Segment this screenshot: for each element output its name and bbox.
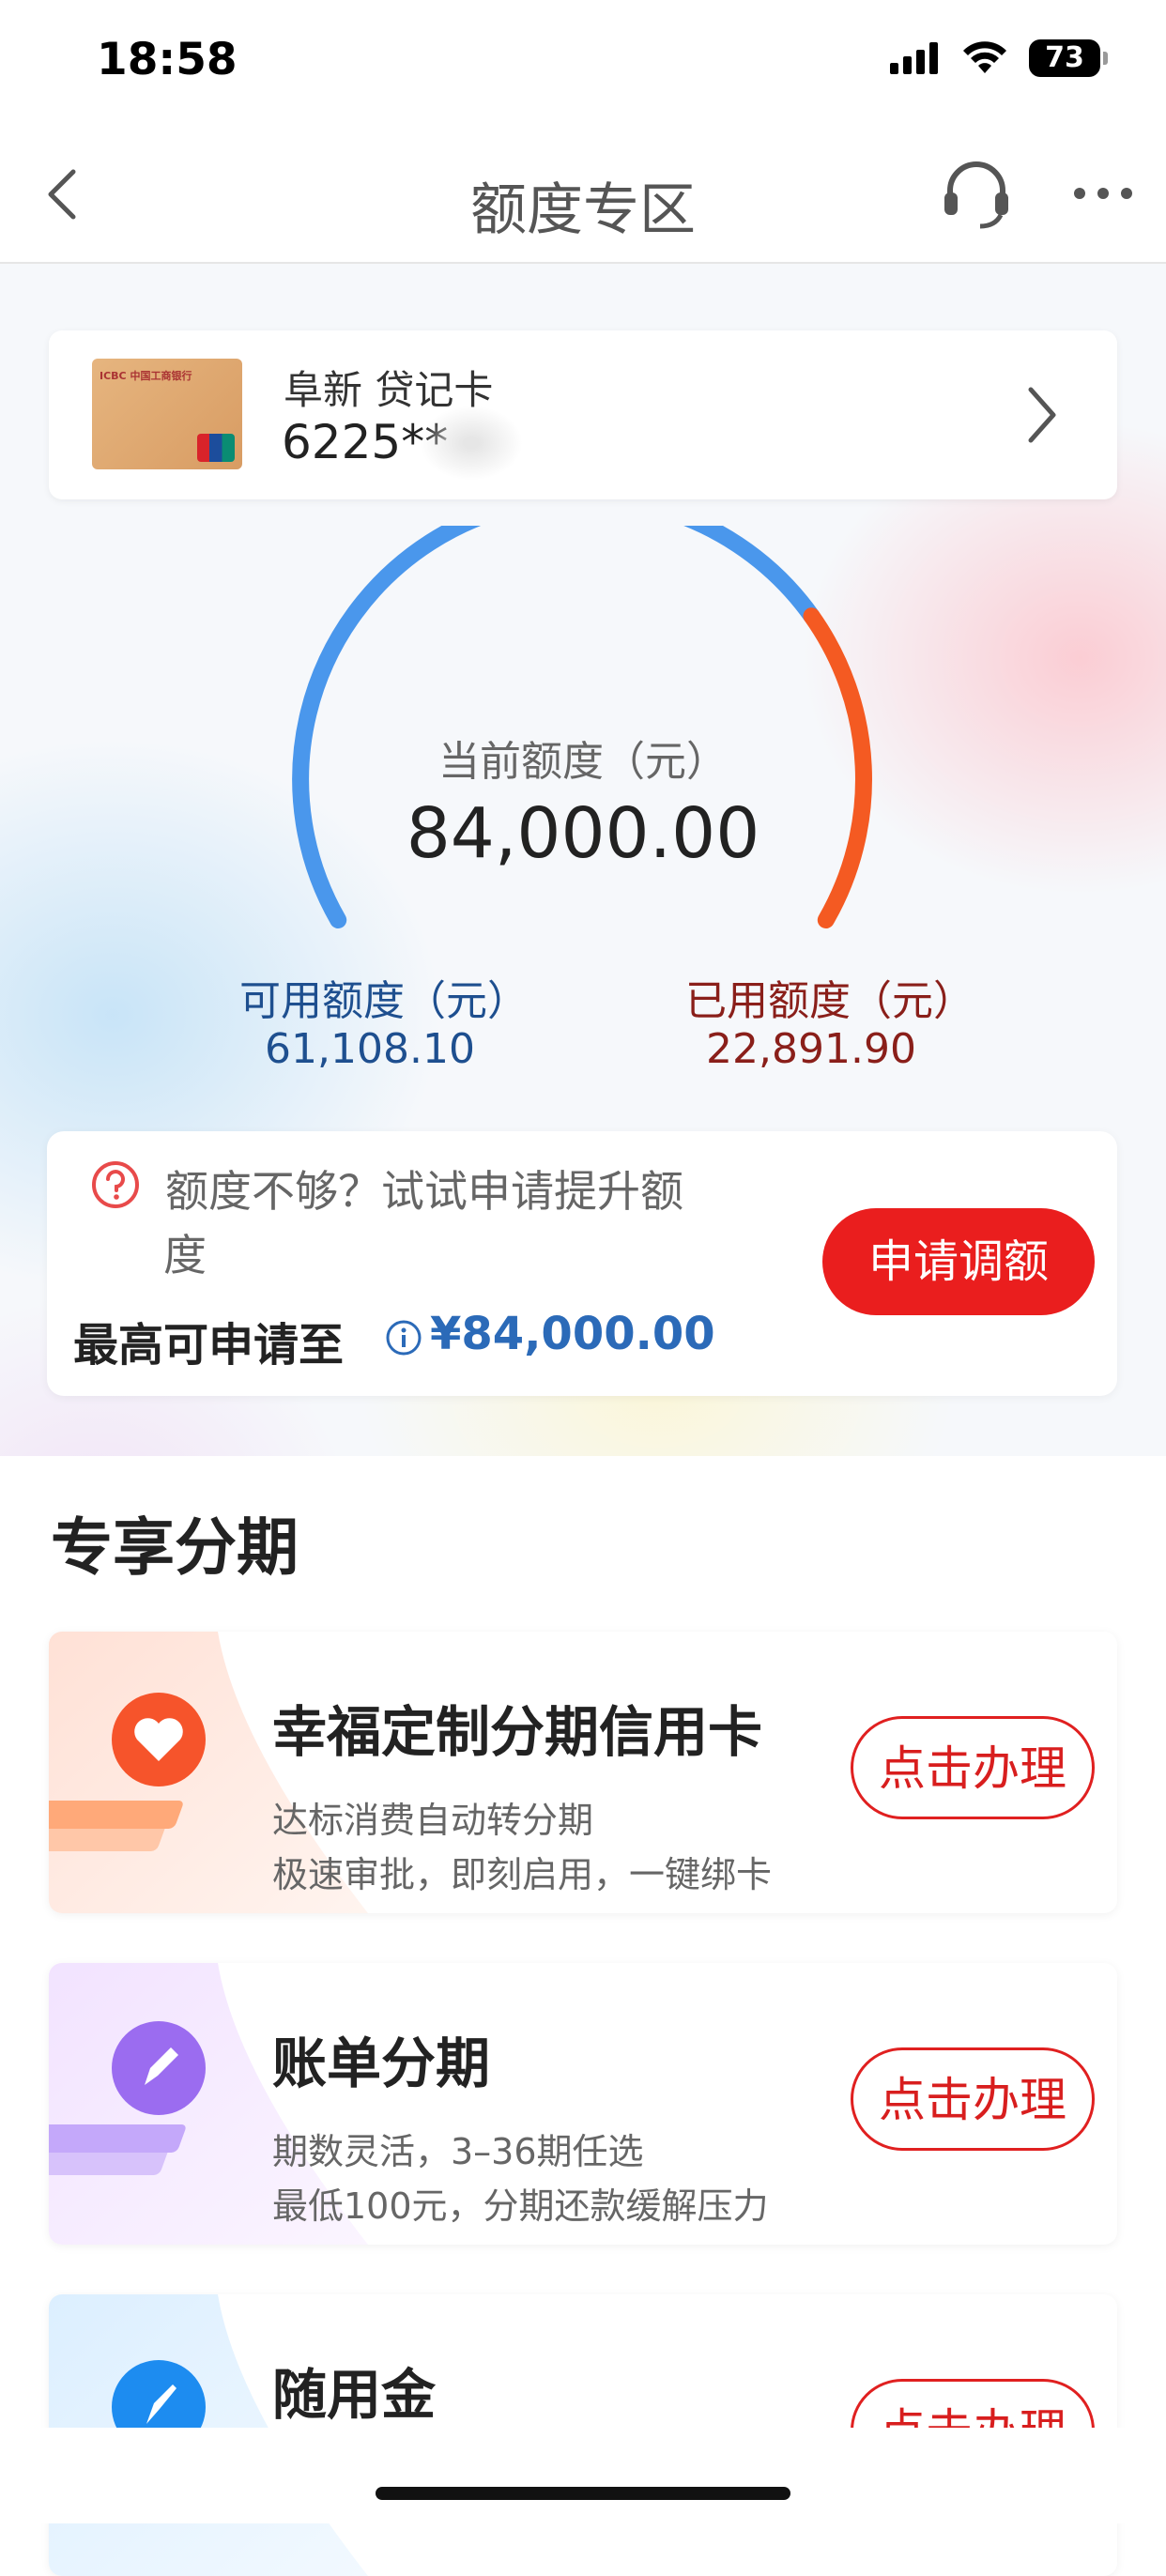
apply-now-button[interactable]: 点击办理 [851,2047,1095,2151]
limit-increase-panel: 额度不够？试试申请提升额 度 最高可申请至 ¥84,000.00 申请调额 [47,1131,1117,1396]
apply-now-button[interactable]: 点击办理 [851,1716,1095,1819]
help-icon [92,1161,139,1208]
chevron-right-icon [1028,387,1056,443]
max-apply-value: ¥84,000.00 [430,1308,715,1360]
section-title: 专享分期 [51,1511,299,1584]
bottom-safe-area [0,2428,1166,2523]
more-icon[interactable] [1070,179,1136,207]
limit-hint-text: 额度不够？试试申请提升额 [165,1166,683,1217]
customer-service-icon[interactable] [939,157,1014,232]
current-limit-label: 当前额度（元） [438,738,728,786]
promo-title: 随用金 [272,2363,437,2427]
card-bank-logo: ICBC 中国工商银行 [100,370,192,382]
limit-hint-text-cont: 度 [163,1230,207,1280]
promo-subtitle: 达标消费自动转分期 [272,1800,594,1841]
promo-subtitle: 期数灵活，3–36期任选 [272,2131,644,2172]
unionpay-logo [197,434,235,462]
card-thumbnail: ICBC 中国工商银行 [92,359,242,469]
promo-subtitle: 最低100元，分期还款缓解压力 [272,2185,769,2227]
nav-bar: 额度专区 [0,127,1166,264]
promo-title: 账单分期 [272,2032,491,2095]
promo-card-bill-installment: 账单分期 期数灵活，3–36期任选 最低100元，分期还款缓解压力 点击办理 [49,1963,1117,2245]
used-limit-value: 22,891.90 [706,1025,916,1073]
available-limit-value: 61,108.10 [265,1025,475,1073]
promo-title: 幸福定制分期信用卡 [272,1700,763,1764]
battery-icon: 73 [1029,39,1108,77]
promo-card-happiness: 幸福定制分期信用卡 达标消费自动转分期 极速审批，即刻启用，一键绑卡 点击办理 [49,1632,1117,1913]
used-limit-label: 已用额度（元） [685,977,974,1025]
info-icon[interactable] [385,1319,422,1357]
max-apply-label: 最高可申请至 [73,1319,345,1372]
card-number-mask [420,406,523,481]
available-limit-label: 可用额度（元） [239,977,529,1025]
signal-icon [890,42,938,74]
status-time: 18:58 [97,34,238,85]
apply-adjust-button[interactable]: 申请调额 [822,1208,1095,1315]
promo-subtitle: 极速审批，即刻启用，一键绑卡 [272,1854,773,1895]
wifi-icon [963,41,1006,73]
current-limit-value: 84,000.00 [406,793,760,874]
status-bar: 18:58 73 [0,0,1166,127]
status-icons: 73 [890,39,1108,77]
home-indicator [376,2487,790,2500]
card-selector[interactable]: ICBC 中国工商银行 阜新 贷记卡 6225** [49,330,1117,499]
